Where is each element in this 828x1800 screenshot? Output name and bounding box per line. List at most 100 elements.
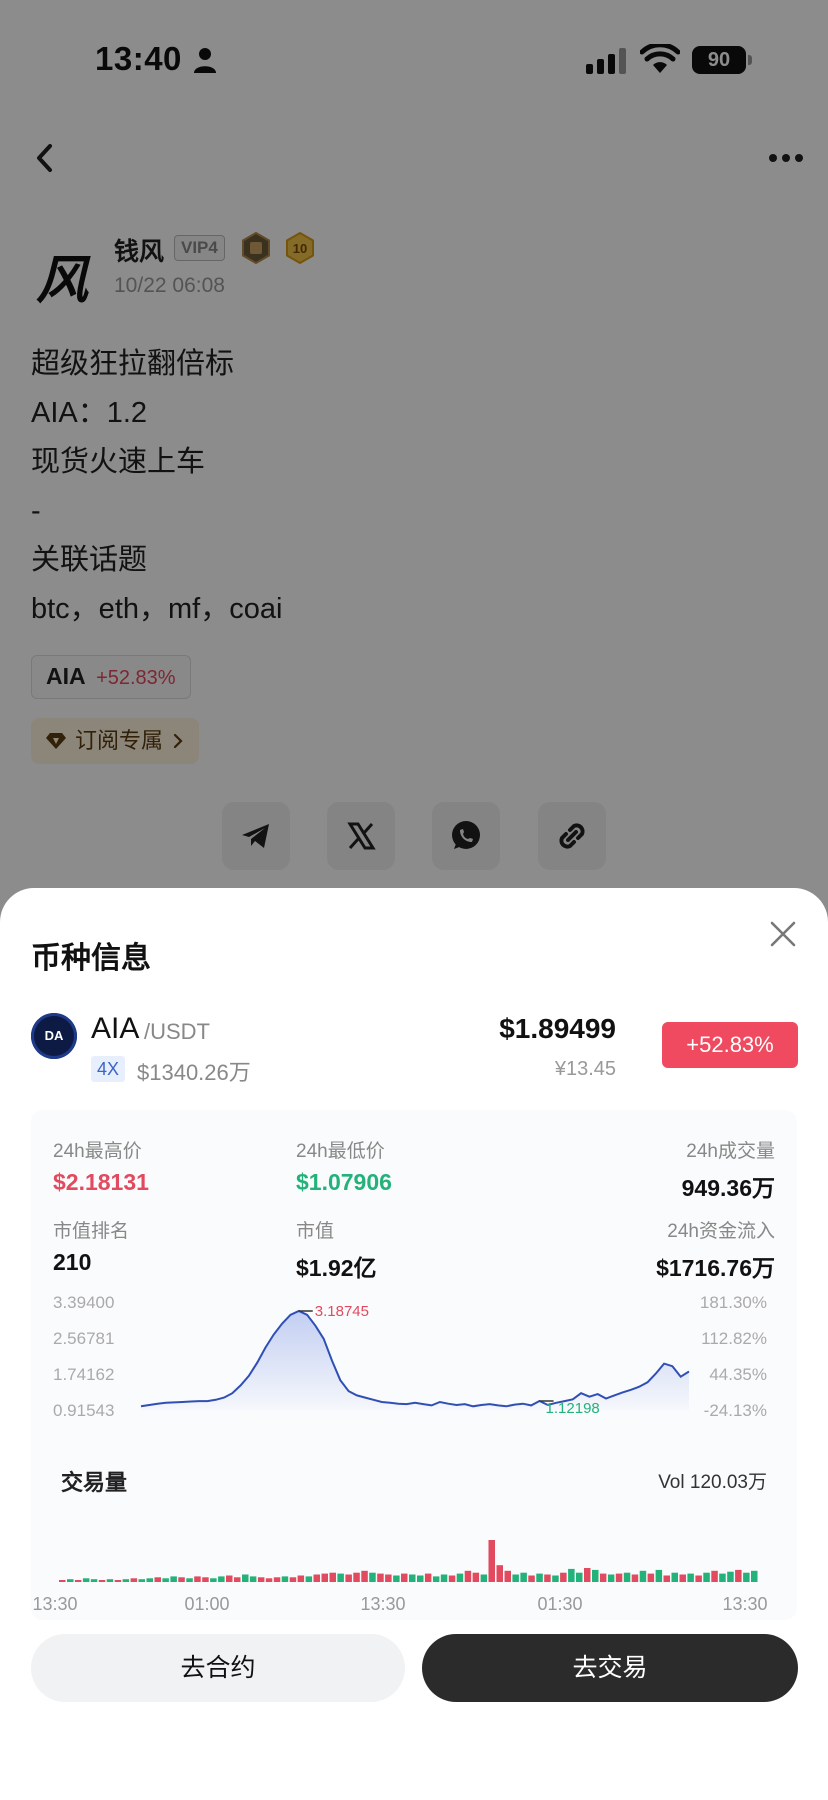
volume-bar xyxy=(464,1570,472,1582)
volume-bar xyxy=(385,1574,392,1582)
volume-bar xyxy=(226,1575,233,1582)
x-axis-tick: 13:30 xyxy=(360,1594,405,1614)
price-change-badge: +52.83% xyxy=(662,1022,798,1068)
coin-info-sheet: 币种信息 DA AIA /USDT 4X $1340.26万 $1.89499 … xyxy=(0,888,828,1800)
volume-bar xyxy=(170,1576,177,1582)
volume-bar xyxy=(488,1540,495,1582)
volume-bar xyxy=(472,1572,480,1582)
volume-bar xyxy=(289,1577,297,1582)
volume-bar xyxy=(210,1578,217,1582)
sheet-title: 币种信息 xyxy=(31,942,151,975)
close-icon[interactable] xyxy=(768,919,798,949)
stat-label: 24h最低价 xyxy=(296,1141,385,1162)
stats-card: 24h最高价 $2.18131 24h最低价 $1.07906 24h成交量 9… xyxy=(31,1110,797,1620)
y-axis-left-tick: 0.91543 xyxy=(53,1401,114,1420)
volume-bar xyxy=(257,1577,265,1582)
stat-label: 市值排名 xyxy=(53,1221,130,1242)
leverage-badge: 4X xyxy=(91,1056,126,1082)
volume-bar xyxy=(695,1575,702,1582)
coin-quote-currency: /USDT xyxy=(144,1019,210,1044)
volume-bar xyxy=(719,1573,726,1582)
volume-bar xyxy=(663,1575,670,1582)
volume-bar xyxy=(409,1574,416,1582)
volume-bar xyxy=(576,1572,583,1582)
stat-value: $2.18131 xyxy=(53,1169,149,1195)
volume-bar xyxy=(321,1573,328,1582)
volume-bar xyxy=(615,1573,623,1582)
volume-bar xyxy=(599,1573,607,1582)
coin-symbol: AIA xyxy=(91,1012,140,1045)
volume-bar xyxy=(592,1569,599,1582)
price-cny: ¥13.45 xyxy=(554,1058,616,1080)
stat-label: 24h最高价 xyxy=(53,1141,142,1162)
volume-bar xyxy=(82,1578,90,1582)
go-futures-button[interactable]: 去合约 xyxy=(31,1634,405,1702)
volume-bar xyxy=(401,1573,408,1582)
x-axis-tick: 13:30 xyxy=(722,1594,767,1614)
go-trade-button[interactable]: 去交易 xyxy=(422,1634,798,1702)
volume-bar xyxy=(655,1569,663,1582)
stat-24h-inflow: 24h资金流入 $1716.76万 xyxy=(656,1216,775,1283)
stat-label: 24h成交量 xyxy=(686,1141,775,1162)
stat-market-cap-rank: 市值排名 210 xyxy=(53,1216,129,1276)
stat-value: 210 xyxy=(53,1249,92,1275)
volume-bar xyxy=(146,1578,153,1582)
volume-bar xyxy=(711,1570,718,1582)
volume-total: Vol 120.03万 xyxy=(658,1472,767,1493)
price-area xyxy=(141,1311,689,1410)
volume-bar xyxy=(639,1570,647,1582)
price-usd: $1.89499 xyxy=(499,1013,616,1044)
volume-bar xyxy=(743,1572,750,1582)
volume-bar xyxy=(584,1568,591,1582)
volume-bar xyxy=(679,1574,686,1582)
coin-market-cap: $1340.26万 xyxy=(137,1060,251,1085)
volume-bar xyxy=(631,1574,639,1582)
y-axis-right-tick: 44.35% xyxy=(709,1365,767,1384)
volume-bar xyxy=(552,1575,559,1582)
stat-value: $1.07906 xyxy=(296,1169,392,1195)
coin-logo: DA xyxy=(31,1013,77,1059)
volume-bar xyxy=(456,1573,464,1582)
volume-bar xyxy=(687,1573,694,1582)
volume-bar xyxy=(536,1573,543,1582)
volume-bar xyxy=(186,1578,193,1582)
volume-bar xyxy=(194,1576,201,1582)
volume-bar xyxy=(122,1579,130,1582)
volume-bar xyxy=(448,1575,456,1582)
volume-bar xyxy=(480,1574,488,1582)
volume-bar xyxy=(369,1572,376,1582)
volume-bar xyxy=(154,1577,161,1582)
volume-bar xyxy=(329,1572,336,1582)
volume-bar xyxy=(751,1570,758,1582)
stat-value: $1.92亿 xyxy=(296,1255,377,1281)
low-annotation-label: 1.12198 xyxy=(546,1400,600,1417)
x-axis-tick: 01:30 xyxy=(537,1594,582,1614)
stat-24h-volume: 24h成交量 949.36万 xyxy=(682,1136,775,1203)
volume-bar xyxy=(703,1572,710,1582)
volume-bar xyxy=(265,1578,273,1582)
volume-bar xyxy=(313,1574,320,1582)
volume-bar xyxy=(544,1574,551,1582)
y-axis-right-tick: 181.30% xyxy=(700,1293,767,1312)
volume-bar xyxy=(202,1577,209,1582)
volume-bar xyxy=(568,1568,575,1582)
volume-bar xyxy=(361,1570,368,1582)
volume-bar xyxy=(496,1565,503,1582)
y-axis-left-tick: 1.74162 xyxy=(53,1365,114,1384)
volume-bar xyxy=(440,1574,448,1582)
volume-bar xyxy=(377,1573,384,1582)
volume-bar xyxy=(504,1570,511,1582)
volume-bar xyxy=(90,1579,98,1582)
price-line xyxy=(140,1309,690,1408)
volume-bar xyxy=(623,1572,631,1582)
volume-bar xyxy=(249,1576,257,1582)
volume-bar xyxy=(607,1574,615,1582)
volume-bar xyxy=(273,1577,281,1582)
stat-market-cap: 市值 $1.92亿 xyxy=(296,1216,377,1283)
x-axis-tick: 13:30 xyxy=(32,1594,77,1614)
volume-bar xyxy=(305,1576,313,1582)
volume-bar xyxy=(98,1580,106,1582)
volume-bar xyxy=(242,1574,249,1582)
volume-bar xyxy=(512,1574,519,1582)
volume-bar xyxy=(727,1571,734,1582)
